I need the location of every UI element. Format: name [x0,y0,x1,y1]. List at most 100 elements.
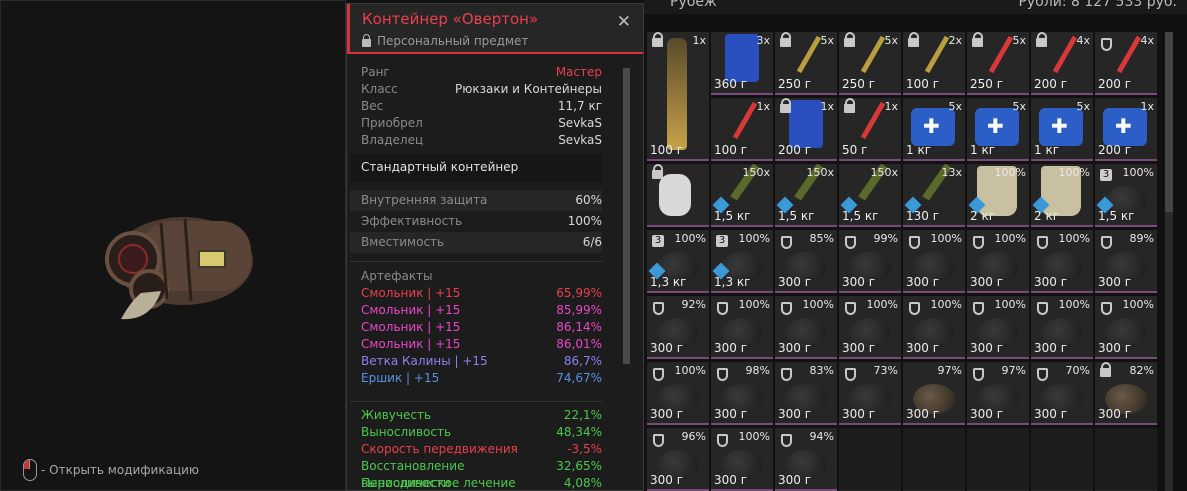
inventory-slot[interactable]: 1x 100 г [711,98,773,161]
lock-icon [844,98,855,113]
slot-weight: 100 г [906,77,940,91]
slot-weight: 300 г [714,341,748,355]
shield-icon [973,368,984,381]
stat-value: 11,7 кг [557,99,602,113]
inventory-slot[interactable]: 3 100% 1,3 кг [647,230,709,293]
inventory-slot[interactable]: 100% 300 г [903,230,965,293]
stat-row: Выносливость 48,34% [350,424,602,441]
empty-slot[interactable] [1031,428,1093,491]
inventory-slot[interactable]: 94% 300 г [775,428,837,491]
empty-slot[interactable] [967,428,1029,491]
stat-row: Класс Рюкзаки и Контейнеры [350,81,602,98]
inventory-slot[interactable]: 13x 130 г [903,164,965,227]
slot-count: 73% [873,364,898,377]
panel-scrollbar[interactable] [623,68,630,364]
empty-slot[interactable] [1095,428,1157,491]
slot-count: 70% [1065,364,1090,377]
inventory-slot[interactable]: 4x 200 г [1095,32,1157,95]
inventory-slot[interactable]: 100% 300 г [967,230,1029,293]
stat-row: Смольник | +15 86,01% [350,336,602,353]
slot-weight: 130 г [906,209,940,223]
inventory-slot[interactable]: 99% 300 г [839,230,901,293]
inventory-slot[interactable]: 100% 300 г [711,296,773,359]
stat-name: Смольник | +15 [361,337,461,351]
shield-icon [1101,302,1112,315]
inventory-slot[interactable]: 1x 100 г [647,32,709,161]
inventory-slot[interactable]: 3 100% 1,3 кг [711,230,773,293]
close-button[interactable]: ✕ [617,12,631,32]
item-info-panel: Контейнер «Овертон» Персональный предмет… [346,3,644,491]
inventory-slot[interactable]: 100% 300 г [647,362,709,425]
stat-name: Восстановление выносливости [361,459,465,490]
slot-count: 94% [809,430,834,443]
empty-slot[interactable] [903,428,965,491]
panel-scroll-thumb[interactable] [623,68,630,364]
inventory-slot[interactable]: 82% 300 г [1095,362,1157,425]
inventory-slot[interactable]: 150x 1,5 кг [775,164,837,227]
inventory-slot[interactable]: 92% 300 г [647,296,709,359]
inventory-slot[interactable]: 100% 300 г [711,428,773,491]
stat-row: Смольник | +15 86,14% [350,319,602,336]
inventory-slot[interactable]: 1x 50 г [839,98,901,161]
inventory-slot[interactable]: 100% 300 г [903,296,965,359]
shield-icon [909,236,920,249]
inventory-slot[interactable]: 97% 300 г [903,362,965,425]
inventory-slot[interactable]: 5x 1 кг [1031,98,1093,161]
inventory-slot[interactable]: 100% 300 г [1031,230,1093,293]
slot-weight: 300 г [842,275,876,289]
stat-value: SevkaS [558,133,602,147]
slot-count: 5x [820,34,834,47]
slot-weight: 1,5 кг [714,209,751,223]
artifacts-section: Артефакты Смольник | +15 65,99% Смольник |… [350,261,602,387]
inventory-slot[interactable]: 100% 2 кг [1031,164,1093,227]
inventory-slot[interactable]: 3 100% 1,5 кг [1095,164,1157,227]
slot-count: 96% [681,430,706,443]
inventory-slot[interactable]: 100% 300 г [839,296,901,359]
stat-name: Смольник | +15 [361,303,461,317]
slot-weight: 2 кг [1034,209,1060,223]
inventory-slot[interactable] [647,164,709,227]
inventory-slot[interactable]: 5x 1 кг [967,98,1029,161]
inventory-slot[interactable]: 5x 1 кг [903,98,965,161]
slot-count: 5x [1012,100,1026,113]
inventory-slot[interactable]: 2x 100 г [903,32,965,95]
inventory-scroll-thumb[interactable] [1165,32,1173,212]
slot-count: 100% [930,298,962,311]
slot-count: 150x [742,166,770,179]
slot-weight: 250 г [778,77,812,91]
inventory-slot[interactable]: 100% 300 г [1095,296,1157,359]
slot-count: 5x [1076,100,1090,113]
inventory-slot[interactable]: 98% 300 г [711,362,773,425]
slot-weight: 300 г [778,275,812,289]
inventory-slot[interactable]: 5x 250 г [967,32,1029,95]
inventory-slot[interactable]: 150x 1,5 кг [839,164,901,227]
inventory-scrollbar[interactable] [1165,32,1173,491]
inventory-slot[interactable]: 4x 200 г [1031,32,1093,95]
slot-count: 97% [937,364,962,377]
slot-weight: 200 г [1098,143,1132,157]
inventory-slot[interactable]: 1x 200 г [775,98,837,161]
inventory-slot[interactable]: 100% 2 кг [967,164,1029,227]
inventory-slot[interactable]: 85% 300 г [775,230,837,293]
inventory-slot[interactable]: 73% 300 г [839,362,901,425]
empty-slot[interactable] [839,428,901,491]
inventory-slot[interactable]: 3x 360 г [711,32,773,95]
inventory-slot[interactable]: 96% 300 г [647,428,709,491]
slot-weight: 300 г [714,407,748,421]
lock-icon [972,32,983,47]
inventory-slot[interactable]: 70% 300 г [1031,362,1093,425]
inventory-slot[interactable]: 83% 300 г [775,362,837,425]
inventory-slot[interactable]: 5x 250 г [839,32,901,95]
inventory-slot[interactable]: 89% 300 г [1095,230,1157,293]
slot-count: 150x [870,166,898,179]
inventory-slot[interactable]: 100% 300 г [1031,296,1093,359]
inventory-slot[interactable]: 100% 300 г [967,296,1029,359]
inventory-slot[interactable]: 97% 300 г [967,362,1029,425]
inventory-slot[interactable]: 5x 250 г [775,32,837,95]
inventory-slot[interactable]: 100% 300 г [775,296,837,359]
slot-weight: 300 г [778,407,812,421]
artifacts-header: Артефакты [361,269,433,283]
stat-name: Вес [361,99,384,113]
inventory-slot[interactable]: 1x 200 г [1095,98,1157,161]
inventory-slot[interactable]: 150x 1,5 кг [711,164,773,227]
